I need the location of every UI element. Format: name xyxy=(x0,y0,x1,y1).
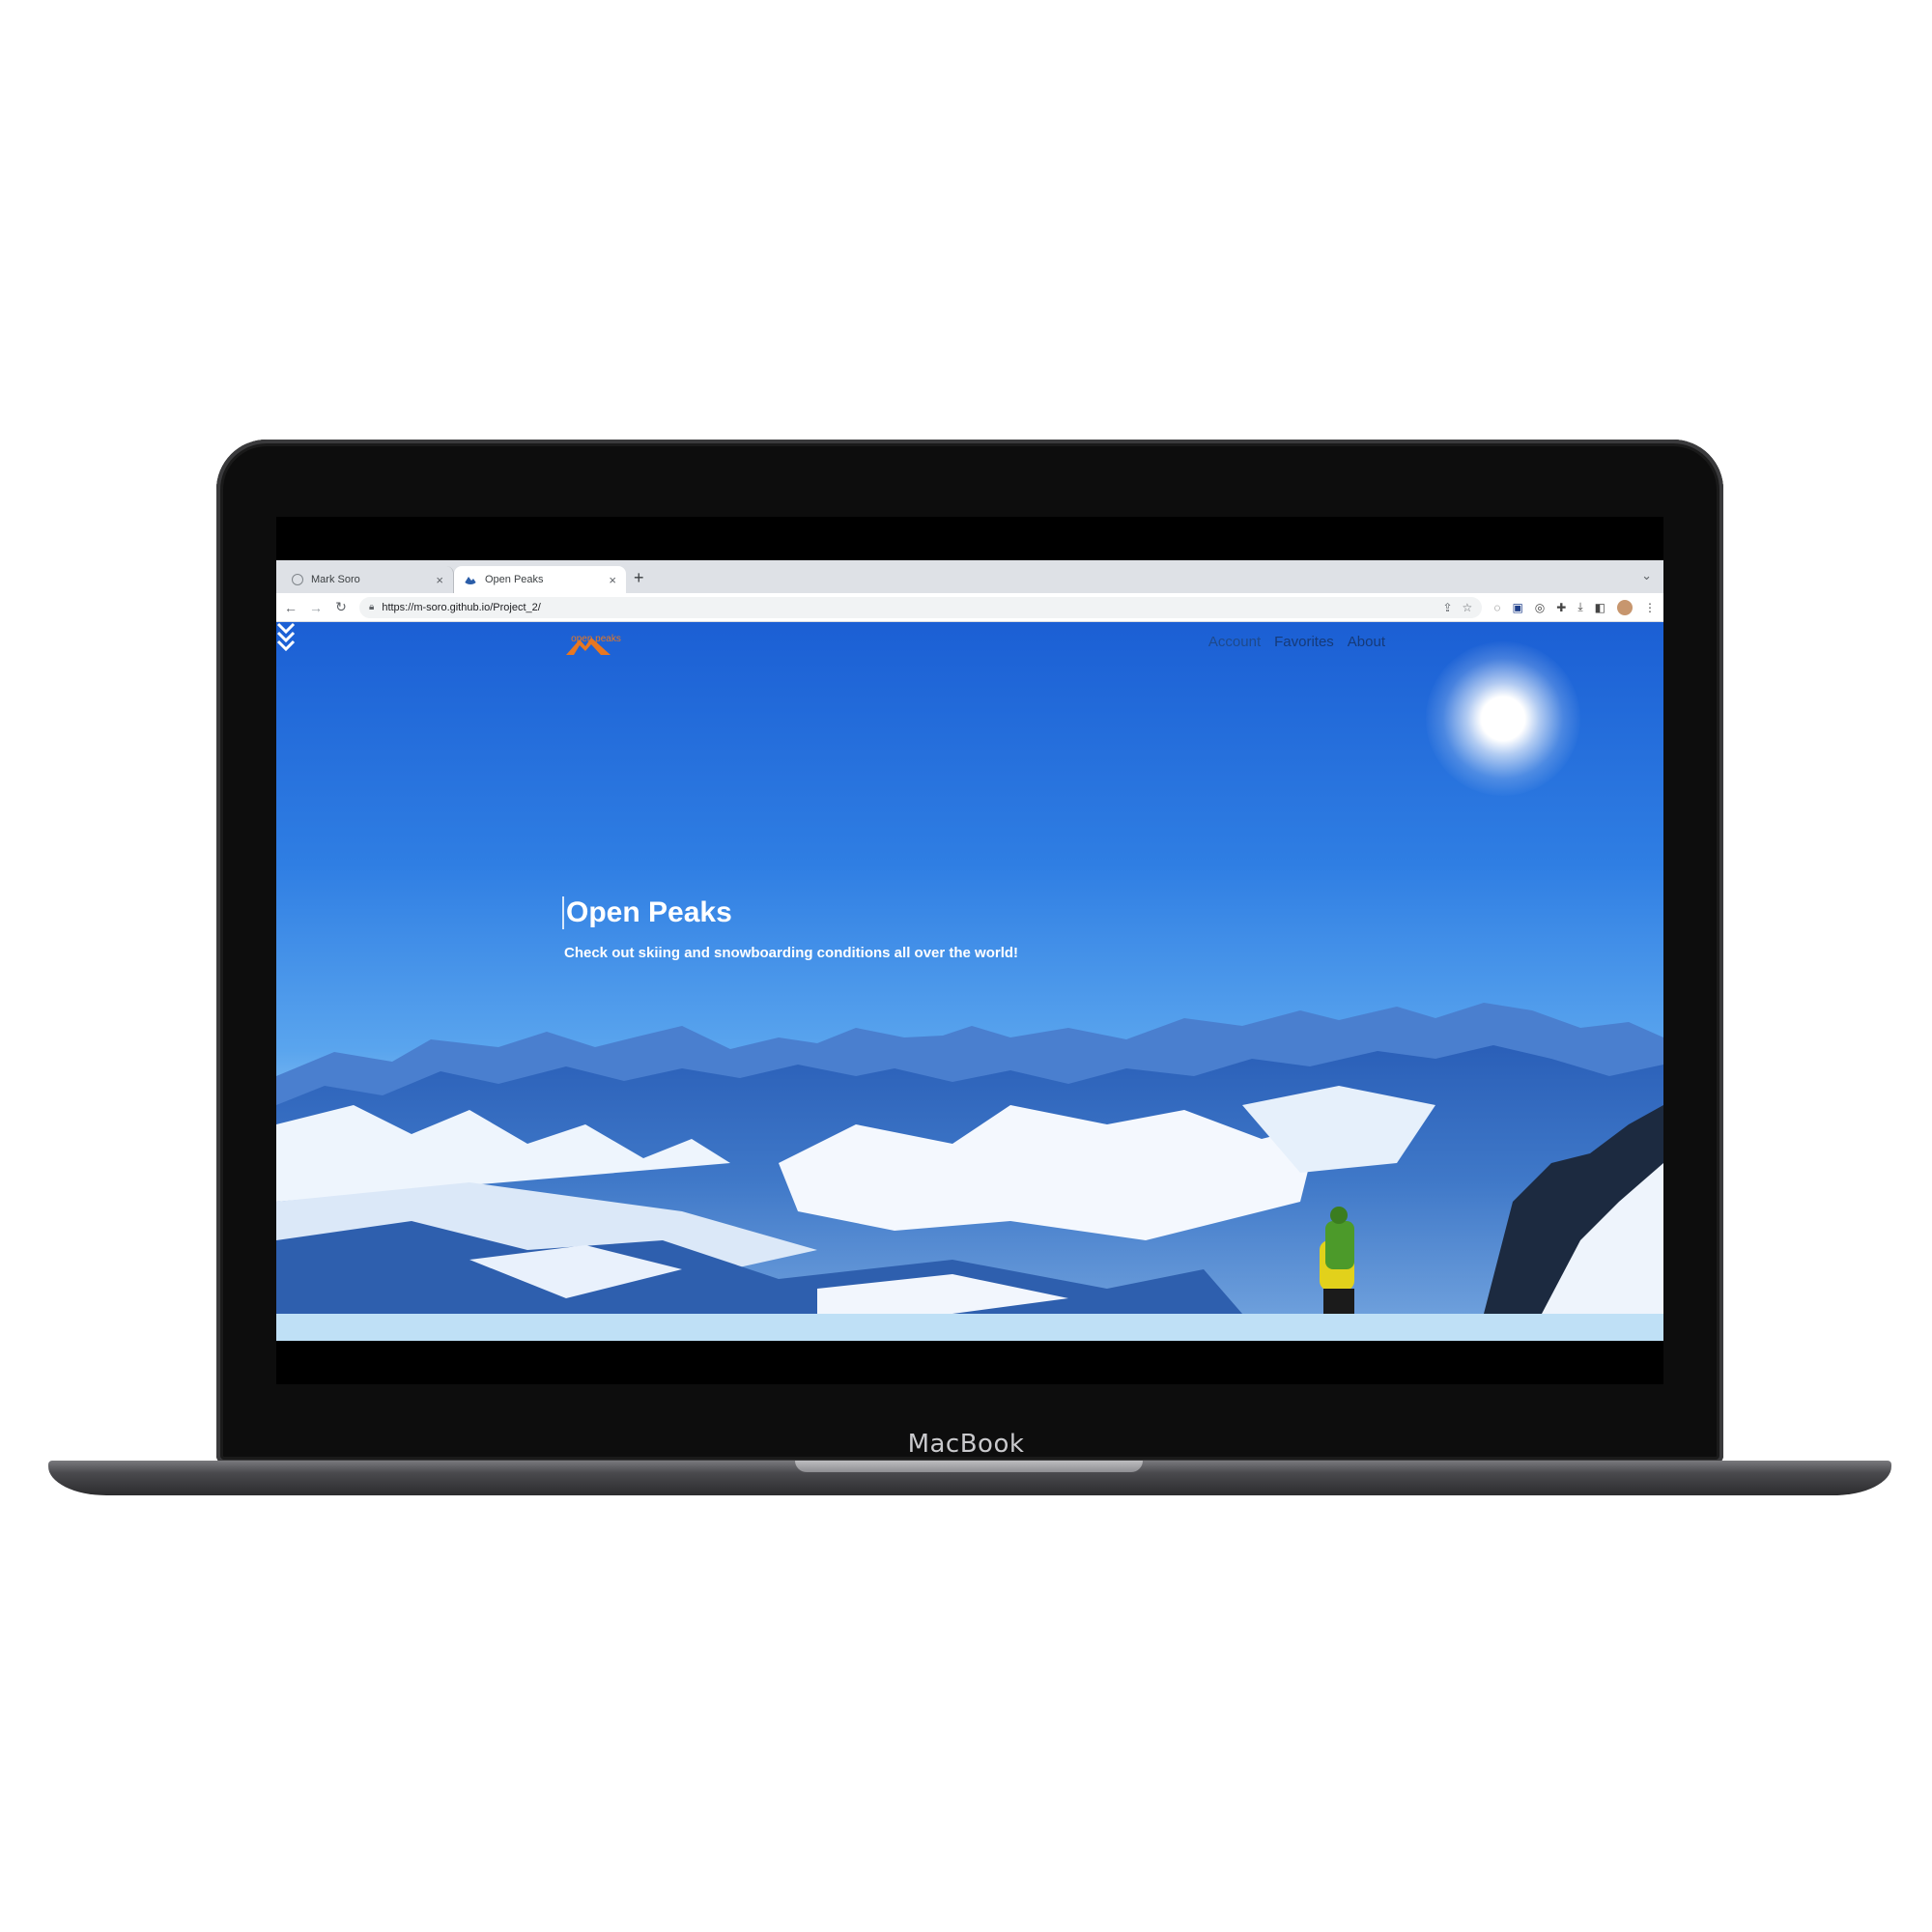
share-icon[interactable]: ⇪ xyxy=(1442,601,1452,614)
star-icon[interactable]: ☆ xyxy=(1463,601,1473,614)
mountain-logo-icon xyxy=(566,638,611,655)
nav-favorites-link[interactable]: Favorites xyxy=(1274,634,1334,650)
close-tab-icon[interactable]: × xyxy=(609,573,616,587)
hero-title: Open Peaks xyxy=(562,896,732,929)
extensions-icon[interactable]: ✚ xyxy=(1556,601,1566,614)
download-icon[interactable]: ⤓ xyxy=(1577,600,1582,614)
address-bar[interactable]: 🔒︎ https://m-soro.github.io/Project_2/ ⇪… xyxy=(359,596,1483,618)
tab-title: Mark Soro xyxy=(311,574,360,585)
laptop-screen: Mark Soro × Open Peaks × + ⌄ ← → ↻ 🔒︎ ht… xyxy=(276,517,1663,1384)
reload-icon[interactable]: ↻ xyxy=(334,599,348,615)
extension-3-icon[interactable]: ◎ xyxy=(1535,601,1545,614)
url-text[interactable]: https://m-soro.github.io/Project_2/ xyxy=(382,602,540,613)
forward-icon[interactable]: → xyxy=(309,600,323,615)
tab-title: Open Peaks xyxy=(485,574,544,585)
scroll-down-chevrons-icon[interactable] xyxy=(276,622,296,651)
globe-icon xyxy=(292,574,303,585)
menu-icon[interactable]: ⋮ xyxy=(1644,601,1656,614)
laptop-brand-label: MacBook xyxy=(907,1430,1025,1459)
hero-section: open peaks Account Favorites About Open … xyxy=(276,622,1663,1314)
browser-window: Mark Soro × Open Peaks × + ⌄ ← → ↻ 🔒︎ ht… xyxy=(276,560,1663,1341)
nav-about-link[interactable]: About xyxy=(1348,634,1385,650)
extension-1-icon[interactable]: ◌ xyxy=(1493,601,1500,614)
laptop-notch xyxy=(795,1461,1143,1472)
back-icon[interactable]: ← xyxy=(284,600,298,615)
site-nav: Account Favorites About xyxy=(1208,634,1385,650)
extension-2-icon[interactable]: ▣ xyxy=(1512,601,1522,614)
close-tab-icon[interactable]: × xyxy=(436,573,443,587)
webpage: open peaks Account Favorites About Open … xyxy=(276,622,1663,1341)
sidepanel-icon[interactable]: ◧ xyxy=(1595,601,1605,614)
nav-account-link[interactable]: Account xyxy=(1208,634,1261,650)
extensions-area: ◌ ▣ ◎ ✚ ⤓ ◧ ⋮ xyxy=(1493,599,1656,615)
tab-strip: Mark Soro × Open Peaks × + ⌄ xyxy=(276,560,1663,593)
hero-subtitle: Check out skiing and snowboarding condit… xyxy=(564,945,1019,961)
tab-mark-soro[interactable]: Mark Soro × xyxy=(282,566,454,593)
tab-search-chevron-icon[interactable]: ⌄ xyxy=(1641,568,1652,583)
browser-toolbar: ← → ↻ 🔒︎ https://m-soro.github.io/Projec… xyxy=(276,593,1663,622)
mountain-landscape xyxy=(276,1003,1663,1314)
site-logo[interactable]: open peaks xyxy=(566,634,626,655)
profile-avatar[interactable] xyxy=(1617,599,1633,615)
lock-icon[interactable]: 🔒︎ xyxy=(369,602,374,612)
new-tab-button[interactable]: + xyxy=(634,568,644,588)
tab-open-peaks[interactable]: Open Peaks × xyxy=(454,566,626,593)
mountain-favicon-icon xyxy=(464,577,477,584)
